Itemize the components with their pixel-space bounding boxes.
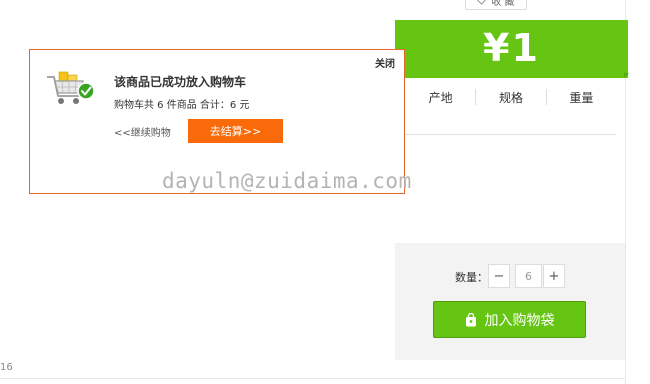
continue-shopping-link[interactable]: <<继续购物	[114, 124, 171, 139]
tab-origin[interactable]: 产地	[406, 89, 475, 106]
collect-button[interactable]: 收 藏	[465, 0, 527, 10]
page-number: 16	[0, 362, 13, 373]
quantity-input[interactable]: 6	[515, 264, 542, 288]
add-to-bag-button[interactable]: 加入购物袋	[433, 301, 586, 338]
cart-summary: 购物车共 6 件商品 合计：6 元	[114, 100, 250, 111]
quantity-minus-button[interactable]: −	[488, 264, 510, 288]
bottom-divider	[0, 378, 626, 379]
close-link[interactable]: 关闭	[375, 55, 395, 70]
shopping-bag-icon	[465, 312, 476, 326]
quantity-plus-button[interactable]: +	[543, 264, 565, 288]
success-message: 该商品已成功放入购物车	[114, 75, 247, 89]
add-to-bag-label: 加入购物袋	[484, 312, 555, 329]
spec-tabs: 产地 规格 重量	[406, 88, 616, 106]
product-price: ¥1	[483, 26, 540, 70]
cart-success-icon	[47, 71, 95, 104]
checkout-button[interactable]: 去结算>>	[188, 119, 283, 143]
tab-spec[interactable]: 规格	[476, 89, 545, 106]
watermark-text: dayuln@zuidaima.com	[162, 169, 412, 193]
collect-label: 收 藏	[491, 0, 515, 8]
spec-divider	[405, 134, 616, 135]
tab-weight[interactable]: 重量	[547, 89, 616, 106]
quantity-label: 数量：	[455, 271, 488, 284]
heart-icon	[477, 0, 486, 5]
